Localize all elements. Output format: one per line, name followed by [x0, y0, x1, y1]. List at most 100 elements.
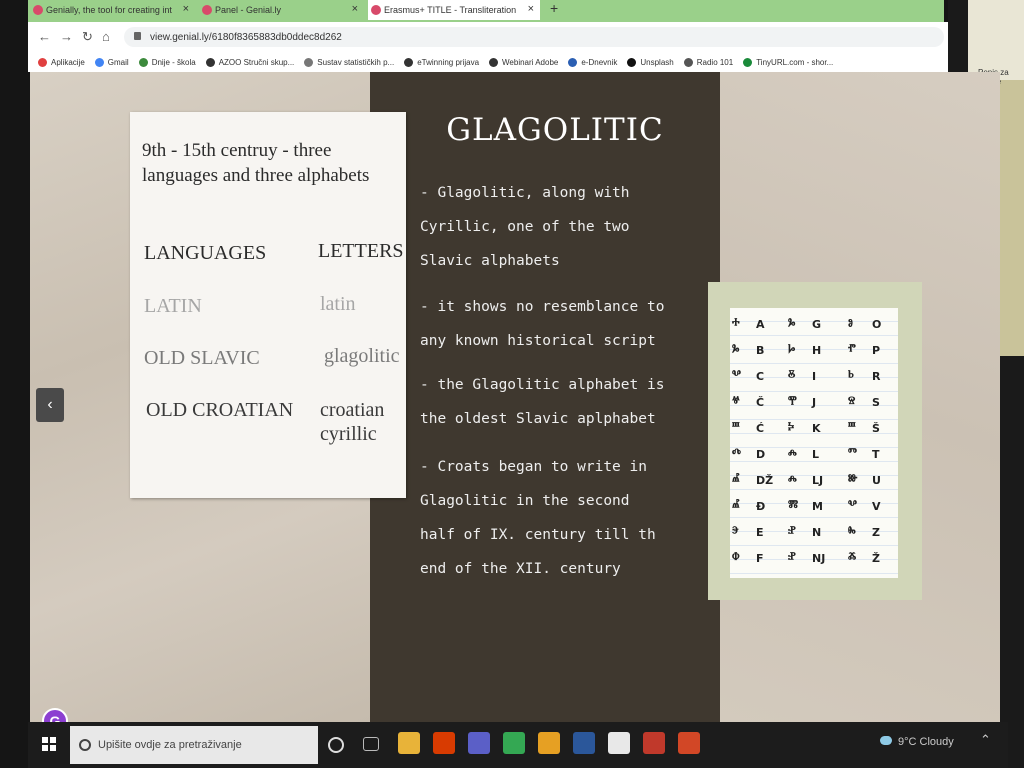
latin-letter: B	[756, 344, 765, 357]
windows-start-icon[interactable]	[42, 737, 56, 751]
new-tab-button[interactable]: +	[550, 0, 558, 16]
latin-letter: Č	[756, 396, 765, 409]
bookmark-item[interactable]: Radio 101	[683, 57, 733, 67]
tab-panel[interactable]: Panel - Genial.ly ×	[199, 0, 364, 20]
notepad-icon[interactable]	[608, 732, 630, 754]
cortana-icon[interactable]	[328, 737, 344, 753]
close-icon[interactable]: ×	[183, 3, 189, 15]
teams-icon[interactable]	[468, 732, 490, 754]
powerpoint-icon[interactable]	[678, 732, 700, 754]
bookmark-label: Unsplash	[640, 57, 674, 67]
glagolitic-glyph: ⱎ	[848, 420, 856, 436]
latin-letter: O	[872, 318, 882, 331]
latin-letter: S	[872, 396, 880, 409]
back-arrow-icon[interactable]: ←	[38, 29, 51, 44]
bookmark-item[interactable]: TinyURL.com - shor...	[743, 57, 834, 67]
glagolitic-glyph: ⰳ	[732, 342, 740, 358]
bookmark-item[interactable]: Sustav statističkih p...	[304, 57, 395, 67]
bookmark-label: Dnije - škola	[151, 57, 196, 67]
glagolitic-glyph: ⱁ	[848, 316, 853, 332]
task-view-icon[interactable]	[363, 737, 379, 751]
file-explorer-icon[interactable]	[398, 732, 420, 754]
slide-paragraph: - the Glagolitic alphabet is the oldest …	[420, 377, 665, 427]
globe-icon	[489, 57, 499, 67]
close-icon[interactable]: ×	[528, 3, 534, 15]
previous-slide-button[interactable]: ‹	[36, 388, 64, 422]
taskbar-search-field[interactable]: Upišite ovdje za pretraživanje	[70, 726, 318, 764]
bookmark-label: Sustav statističkih p...	[317, 57, 395, 67]
latin-letter: NJ	[812, 552, 826, 565]
glagolitic-glyph: ⰶ	[848, 550, 857, 566]
glagolitic-glyph: ⰳ	[788, 316, 796, 332]
radio-icon	[683, 57, 693, 67]
home-icon[interactable]: ⌂	[102, 29, 110, 44]
latin-letter: M	[812, 500, 823, 513]
glagolitic-glyph: ⰲ	[732, 368, 741, 384]
bookmark-item[interactable]: eTwinning prijava	[404, 57, 480, 67]
glagolitic-glyph: ⰸ	[848, 524, 856, 540]
bookmark-item[interactable]: Aplikacije	[38, 57, 85, 67]
bookmark-label: eTwinning prijava	[417, 57, 480, 67]
latin-letter: A	[756, 318, 765, 331]
language-cell: LATIN	[144, 295, 202, 317]
glagolitic-glyph: ⰴ	[732, 446, 741, 462]
chevron-up-icon[interactable]: ⌃	[980, 732, 991, 748]
chrome-icon[interactable]	[503, 732, 525, 754]
tab-erasmus[interactable]: Erasmus+ TITLE - Transliteration ×	[368, 0, 540, 20]
edn-icon	[568, 57, 578, 67]
url-field[interactable]: view.genial.ly/6180f8365883db0ddec8d262	[124, 27, 944, 47]
bookmark-label: Gmail	[107, 57, 129, 67]
bookmarks-bar: Aplikacije Gmail Dnije - škola AZOO Stručni…	[28, 52, 948, 72]
latin-letter: Z	[872, 526, 880, 539]
tab-title: Erasmus+ TITLE - Transliteration	[384, 5, 517, 15]
languages-header: LANGUAGES	[144, 242, 267, 264]
office-icon[interactable]	[433, 732, 455, 754]
glagolitic-glyph: ⱇ	[732, 550, 740, 566]
weather-status[interactable]: 9°C Cloudy	[898, 736, 954, 748]
google-g-icon	[94, 57, 104, 67]
presentation-slide: GLAGOLITIC - Glagolitic, along with Cyri…	[30, 72, 1000, 722]
latin-letter: N	[812, 526, 822, 539]
latin-letter: Ć	[756, 422, 765, 435]
bookmark-label: AZOO Stručni skup...	[218, 57, 295, 67]
letters-cell: glagolitic	[324, 345, 400, 367]
bookmark-item[interactable]: e-Dnevnik	[568, 57, 617, 67]
latin-letter: V	[872, 500, 881, 513]
tab-genially[interactable]: Genially, the tool for creating int ×	[30, 0, 195, 20]
latin-letter: LJ	[812, 474, 824, 487]
glagolitic-glyph: ⱎ	[732, 420, 740, 436]
latin-letter: J	[812, 396, 817, 409]
tab-bar: Genially, the tool for creating int × Pa…	[28, 0, 944, 22]
bookmark-label: Webinari Adobe	[502, 57, 559, 67]
glagolitic-glyph: ⰾ	[788, 446, 797, 462]
tab-title: Genially, the tool for creating int	[46, 5, 172, 15]
bookmark-label: TinyURL.com - shor...	[756, 57, 834, 67]
bookmark-item[interactable]: Gmail	[94, 57, 129, 67]
presentation-icon[interactable]	[643, 732, 665, 754]
bookmark-item[interactable]: AZOO Stručni skup...	[205, 57, 295, 67]
forward-arrow-icon[interactable]: →	[60, 29, 73, 44]
bookmark-item[interactable]: Webinari Adobe	[489, 57, 559, 67]
bookmark-item[interactable]: Unsplash	[627, 57, 674, 67]
language-cell: OLD SLAVIC	[144, 347, 260, 369]
latin-letter: Ž	[872, 552, 880, 565]
bookmark-item[interactable]: Dnije - škola	[138, 57, 196, 67]
latin-letter: F	[756, 552, 764, 565]
shield-icon	[138, 57, 148, 67]
glagolitic-glyph: ⱂ	[848, 342, 856, 358]
latin-letter: I	[812, 370, 817, 383]
address-bar-row: ← → ↻ ⌂ view.genial.ly/6180f8365883db0dd…	[28, 22, 948, 53]
latin-letter: L	[812, 448, 820, 461]
glagolitic-glyph: ⰻ	[788, 368, 796, 384]
latin-letter: Đ	[756, 500, 766, 513]
paint-icon[interactable]	[538, 732, 560, 754]
cloud-icon	[880, 736, 892, 745]
word-icon[interactable]	[573, 732, 595, 754]
close-icon[interactable]: ×	[352, 3, 358, 15]
genially-favicon-icon	[202, 5, 212, 15]
etwinning-icon	[404, 57, 414, 67]
glagolitic-glyph: ⱃ	[848, 368, 854, 384]
reload-icon[interactable]: ↻	[82, 29, 93, 45]
latin-letter: D	[756, 448, 766, 461]
letters-header: LETTERS	[318, 240, 404, 262]
